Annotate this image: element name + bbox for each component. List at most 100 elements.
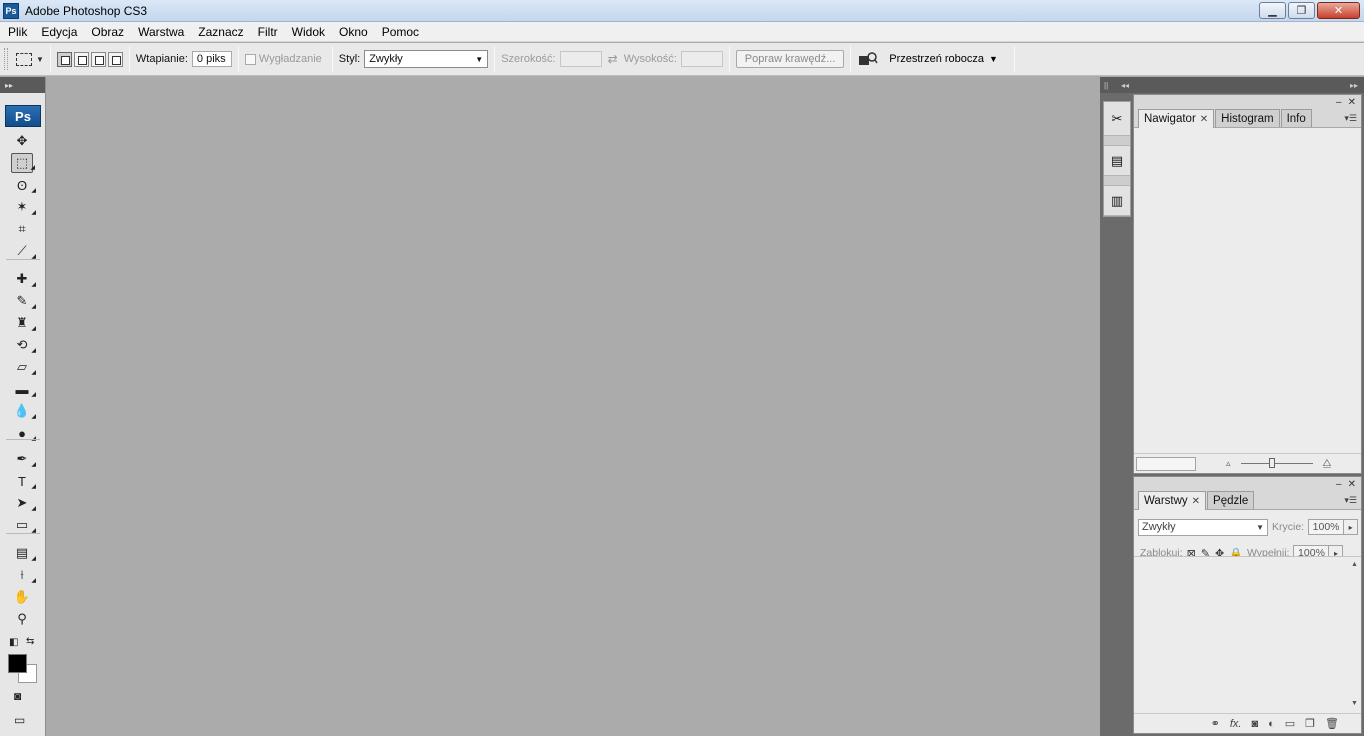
menu-widok[interactable]: Widok xyxy=(285,25,332,39)
canvas-area[interactable] xyxy=(47,77,1100,736)
restore-button[interactable]: ❐ xyxy=(1288,2,1315,19)
move-tool[interactable]: ✥ xyxy=(11,131,33,151)
healing-brush-tool[interactable]: ✚ ◢ xyxy=(11,269,36,289)
tool-preset-picker[interactable]: ▼ xyxy=(16,52,44,66)
blend-mode-select[interactable]: Zwykły ▼ xyxy=(1138,518,1268,536)
new-group-icon[interactable]: ▭ xyxy=(1285,717,1295,730)
slice-tool[interactable]: ⟋ ◢ xyxy=(11,241,36,261)
gradient-tool[interactable]: ▬ ◢ xyxy=(11,379,37,399)
refine-edge-button[interactable]: Popraw krawędź... xyxy=(735,50,845,68)
layer-mask-icon[interactable]: ◙ xyxy=(1251,718,1258,730)
menu-filtr[interactable]: Filtr xyxy=(251,25,285,39)
quick-mask-icon[interactable]: ◙ xyxy=(14,689,21,703)
rectangle-shape-tool[interactable]: ▭ ◢ xyxy=(11,515,36,535)
style-select[interactable]: Zwykły ▼ xyxy=(364,50,489,68)
panel-titlebar[interactable]: – ✕ xyxy=(1134,95,1361,109)
minimize-panel-icon[interactable]: – xyxy=(1336,97,1342,108)
close-tab-icon[interactable]: ✕ xyxy=(1200,114,1208,125)
eyedropper-tool[interactable]: ⟊ ◢ xyxy=(11,565,36,585)
zoom-slider-thumb[interactable] xyxy=(1268,458,1275,468)
swap-dimensions-icon[interactable]: ⇄ xyxy=(608,52,618,66)
tab-info[interactable]: Info xyxy=(1280,109,1312,127)
antialias-checkbox[interactable] xyxy=(244,53,256,65)
layer-comps-icon[interactable]: ▤ xyxy=(1104,146,1130,176)
lasso-tool[interactable]: ʘ ◢ xyxy=(11,175,36,195)
rectangular-marquee-tool[interactable]: ⬚ ◢ xyxy=(11,153,35,173)
panel-menu-icon[interactable]: ▾☰ xyxy=(1344,495,1357,506)
layers-list[interactable]: ▲ ▼ xyxy=(1134,556,1361,711)
tab-brushes[interactable]: Pędzle xyxy=(1207,491,1255,509)
tab-layers[interactable]: Warstwy ✕ xyxy=(1138,491,1207,510)
tab-histogram[interactable]: Histogram xyxy=(1215,109,1280,127)
tab-label: Info xyxy=(1286,112,1306,125)
minimize-panel-icon[interactable]: – xyxy=(1336,479,1342,490)
add-to-selection-button[interactable] xyxy=(73,51,89,67)
feather-input[interactable]: 0 piks xyxy=(191,51,232,67)
zoom-in-icon[interactable]: ⧋ xyxy=(1323,458,1332,469)
link-layers-icon[interactable]: ⚭ xyxy=(1211,717,1220,730)
menu-plik[interactable]: Plik xyxy=(0,25,34,39)
hand-tool[interactable]: ✋ xyxy=(11,587,33,607)
magic-wand-tool[interactable]: ✶ ◢ xyxy=(11,197,36,217)
menu-edycja[interactable]: Edycja xyxy=(34,25,84,39)
width-input[interactable] xyxy=(559,51,602,67)
clone-stamp-tool[interactable]: ♜ ◢ xyxy=(11,313,36,333)
scroll-up-icon[interactable]: ▲ xyxy=(1351,561,1359,568)
photoshop-app-icon[interactable]: Ps xyxy=(3,2,19,19)
delete-layer-icon[interactable]: 🗑 xyxy=(1325,717,1339,730)
blur-tool[interactable]: 💧 ◢ xyxy=(11,401,36,421)
options-bar-grip[interactable] xyxy=(4,48,8,70)
minimize-button[interactable]: ▁ xyxy=(1259,2,1286,19)
close-panel-icon[interactable]: ✕ xyxy=(1348,97,1356,108)
zoom-level-input[interactable] xyxy=(1136,456,1196,471)
new-layer-icon[interactable]: ❐ xyxy=(1305,717,1315,730)
menu-obraz[interactable]: Obraz xyxy=(84,25,131,39)
layers-scrollbar[interactable]: ▲ ▼ xyxy=(1351,561,1359,707)
foreground-color-swatch[interactable] xyxy=(8,654,27,673)
layer-style-icon[interactable]: fx. xyxy=(1230,718,1242,730)
menu-zaznacz[interactable]: Zaznacz xyxy=(191,25,250,39)
adjustment-layer-icon[interactable]: ◐ xyxy=(1268,718,1275,730)
new-selection-button[interactable] xyxy=(56,51,72,67)
subtract-from-selection-button[interactable] xyxy=(90,51,106,67)
close-tab-icon[interactable]: ✕ xyxy=(1192,496,1200,507)
close-panel-icon[interactable]: ✕ xyxy=(1348,479,1356,490)
screen-mode-icon[interactable]: ▭ xyxy=(14,713,25,727)
path-selection-tool[interactable]: ➤ ◢ xyxy=(11,493,36,513)
tools-panel-header[interactable]: ▸▸ xyxy=(0,77,45,93)
dock-header[interactable]: ▸▸ xyxy=(1133,77,1364,93)
history-icon[interactable]: ▥ xyxy=(1104,186,1130,216)
bridge-icon[interactable] xyxy=(857,50,879,68)
dock-header[interactable]: || ◂◂ xyxy=(1100,77,1133,93)
zoom-tool[interactable]: ⚲ xyxy=(11,609,33,629)
default-colors-icon[interactable]: ◧ xyxy=(9,637,18,648)
zoom-out-icon[interactable]: ▵ xyxy=(1226,458,1231,469)
type-tool[interactable]: T ◢ xyxy=(11,471,36,491)
eraser-tool[interactable]: ▱ ◢ xyxy=(11,357,36,377)
panel-titlebar[interactable]: – ✕ xyxy=(1134,477,1361,491)
panel-menu-icon[interactable]: ▾☰ xyxy=(1344,113,1357,124)
photoshop-logo[interactable]: Ps xyxy=(5,105,41,127)
opacity-slider-toggle[interactable]: ▸ xyxy=(1344,519,1359,535)
opacity-input[interactable]: 100% xyxy=(1308,519,1345,535)
tool-presets-icon[interactable]: ✂ xyxy=(1104,102,1130,136)
crop-tool[interactable]: ⌗ xyxy=(11,219,33,239)
menu-okno[interactable]: Okno xyxy=(332,25,375,39)
menu-pomoc[interactable]: Pomoc xyxy=(375,25,426,39)
close-button[interactable]: ✕ xyxy=(1317,2,1360,19)
scroll-down-icon[interactable]: ▼ xyxy=(1351,700,1359,707)
history-brush-tool[interactable]: ⟲ ◢ xyxy=(11,335,36,355)
tab-navigator[interactable]: Nawigator ✕ xyxy=(1138,109,1215,128)
flyout-indicator-icon: ◢ xyxy=(30,165,35,171)
pen-icon: ✒ xyxy=(16,451,28,466)
brush-tool[interactable]: ✎ ◢ xyxy=(11,291,36,311)
height-input[interactable] xyxy=(680,51,723,67)
pen-tool[interactable]: ✒ ◢ xyxy=(11,449,36,469)
dodge-tool[interactable]: ●◢ xyxy=(11,423,36,443)
intersect-selection-button[interactable] xyxy=(107,51,123,67)
notes-tool[interactable]: ▤ ◢ xyxy=(11,543,36,563)
zoom-slider[interactable] xyxy=(1240,458,1313,468)
swap-colors-icon[interactable]: ⇆ xyxy=(26,636,34,647)
menu-warstwa[interactable]: Warstwa xyxy=(131,25,191,39)
workspace-button[interactable]: Przestrzeń robocza ▼ xyxy=(879,53,1008,65)
